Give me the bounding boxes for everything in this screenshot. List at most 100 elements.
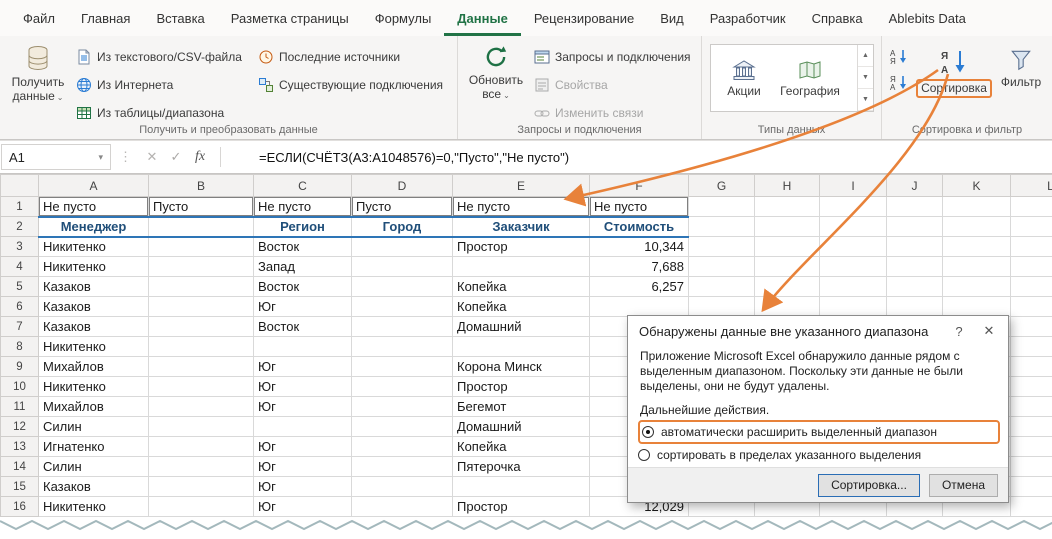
- cell-G6[interactable]: [689, 297, 755, 317]
- cell-C16[interactable]: Юг: [254, 497, 352, 517]
- row-header-13[interactable]: 13: [1, 437, 39, 457]
- cell-D4[interactable]: [352, 257, 453, 277]
- cell-A3[interactable]: Никитенко: [39, 237, 149, 257]
- row-header-3[interactable]: 3: [1, 237, 39, 257]
- dialog-cancel-button[interactable]: Отмена: [929, 474, 998, 497]
- cell-L10[interactable]: [1011, 377, 1052, 397]
- cell-F5[interactable]: 6,257: [590, 277, 689, 297]
- cell-F1[interactable]: Не пусто: [590, 197, 689, 217]
- dialog-radio-sort-within-selection[interactable]: [638, 449, 650, 461]
- formula-text[interactable]: =ЕСЛИ(СЧЁТЗ(A3:A1048576)=0,"Пусто","Не п…: [259, 150, 569, 165]
- cell-D12[interactable]: [352, 417, 453, 437]
- menu-existing-connections[interactable]: Существующие подключения: [258, 72, 443, 97]
- tab-Данные[interactable]: Данные: [444, 0, 521, 36]
- cell-E8[interactable]: [453, 337, 590, 357]
- cell-A7[interactable]: Казаков: [39, 317, 149, 337]
- row-header-10[interactable]: 10: [1, 377, 39, 397]
- cell-I6[interactable]: [820, 297, 887, 317]
- cell-C7[interactable]: Восток: [254, 317, 352, 337]
- cell-L3[interactable]: [1011, 237, 1052, 257]
- col-header-A[interactable]: A: [39, 175, 149, 197]
- cell-A1[interactable]: Не пусто: [39, 197, 149, 217]
- cell-F6[interactable]: [590, 297, 689, 317]
- gallery-more-icon[interactable]: ▼: [858, 89, 873, 111]
- cell-C3[interactable]: Восток: [254, 237, 352, 257]
- insert-function-icon[interactable]: fx: [188, 149, 212, 165]
- tab-Рецензирование[interactable]: Рецензирование: [521, 0, 647, 36]
- dialog-titlebar[interactable]: Обнаружены данные вне указанного диапазо…: [628, 316, 1008, 346]
- cell-L14[interactable]: [1011, 457, 1052, 477]
- cell-B11[interactable]: [149, 397, 254, 417]
- cell-A11[interactable]: Михайлов: [39, 397, 149, 417]
- row-header-15[interactable]: 15: [1, 477, 39, 497]
- col-header-K[interactable]: K: [943, 175, 1011, 197]
- tab-Формулы[interactable]: Формулы: [362, 0, 445, 36]
- row-header-12[interactable]: 12: [1, 417, 39, 437]
- cell-B9[interactable]: [149, 357, 254, 377]
- cell-K1[interactable]: [943, 197, 1011, 217]
- cell-E3[interactable]: Простор: [453, 237, 590, 257]
- cell-A8[interactable]: Никитенко: [39, 337, 149, 357]
- name-box[interactable]: A1 ▾: [1, 144, 111, 170]
- cell-B14[interactable]: [149, 457, 254, 477]
- cell-I3[interactable]: [820, 237, 887, 257]
- cell-I5[interactable]: [820, 277, 887, 297]
- cell-K4[interactable]: [943, 257, 1011, 277]
- tab-Вставка[interactable]: Вставка: [143, 0, 217, 36]
- dialog-radio-expand-range[interactable]: [642, 426, 654, 438]
- cell-C14[interactable]: Юг: [254, 457, 352, 477]
- cell-E7[interactable]: Домашний: [453, 317, 590, 337]
- cell-E1[interactable]: Не пусто: [453, 197, 590, 217]
- gallery-up-icon[interactable]: ▲: [858, 45, 873, 67]
- row-header-5[interactable]: 5: [1, 277, 39, 297]
- cell-D6[interactable]: [352, 297, 453, 317]
- cell-D10[interactable]: [352, 377, 453, 397]
- cell-L5[interactable]: [1011, 277, 1052, 297]
- col-header-J[interactable]: J: [887, 175, 943, 197]
- cell-A9[interactable]: Михайлов: [39, 357, 149, 377]
- cell-H4[interactable]: [755, 257, 820, 277]
- dialog-close-icon[interactable]: ✕: [974, 319, 1004, 343]
- menu-from-web[interactable]: Из Интернета: [76, 72, 242, 97]
- col-header-L[interactable]: L: [1011, 175, 1052, 197]
- col-header-D[interactable]: D: [352, 175, 453, 197]
- cell-B3[interactable]: [149, 237, 254, 257]
- tab-Главная[interactable]: Главная: [68, 0, 143, 36]
- cell-A16[interactable]: Никитенко: [39, 497, 149, 517]
- row-header-4[interactable]: 4: [1, 257, 39, 277]
- data-type-geography[interactable]: География: [777, 45, 843, 111]
- cell-L16[interactable]: [1011, 497, 1052, 517]
- cell-C15[interactable]: Юг: [254, 477, 352, 497]
- cell-D14[interactable]: [352, 457, 453, 477]
- cell-D13[interactable]: [352, 437, 453, 457]
- cell-E12[interactable]: Домашний: [453, 417, 590, 437]
- cell-A2[interactable]: Менеджер: [39, 217, 149, 237]
- cell-J6[interactable]: [887, 297, 943, 317]
- cell-H6[interactable]: [755, 297, 820, 317]
- cell-F2[interactable]: Стоимость: [590, 217, 689, 237]
- cell-C8[interactable]: [254, 337, 352, 357]
- row-header-1[interactable]: 1: [1, 197, 39, 217]
- cell-B16[interactable]: [149, 497, 254, 517]
- cell-D15[interactable]: [352, 477, 453, 497]
- row-header-11[interactable]: 11: [1, 397, 39, 417]
- cell-L7[interactable]: [1011, 317, 1052, 337]
- cell-L11[interactable]: [1011, 397, 1052, 417]
- cell-D1[interactable]: Пусто: [352, 197, 453, 217]
- cell-A14[interactable]: Силин: [39, 457, 149, 477]
- cell-B6[interactable]: [149, 297, 254, 317]
- cell-E13[interactable]: Копейка: [453, 437, 590, 457]
- cell-G3[interactable]: [689, 237, 755, 257]
- enter-icon[interactable]: ✓: [164, 149, 188, 165]
- cell-E6[interactable]: Копейка: [453, 297, 590, 317]
- cell-D16[interactable]: [352, 497, 453, 517]
- tab-Файл[interactable]: Файл: [10, 0, 68, 36]
- cell-K6[interactable]: [943, 297, 1011, 317]
- cell-D11[interactable]: [352, 397, 453, 417]
- cell-G5[interactable]: [689, 277, 755, 297]
- menu-properties[interactable]: Свойства: [534, 72, 691, 97]
- cell-I1[interactable]: [820, 197, 887, 217]
- cell-D3[interactable]: [352, 237, 453, 257]
- menu-queries-connections[interactable]: Запросы и подключения: [534, 44, 691, 69]
- cell-C5[interactable]: Восток: [254, 277, 352, 297]
